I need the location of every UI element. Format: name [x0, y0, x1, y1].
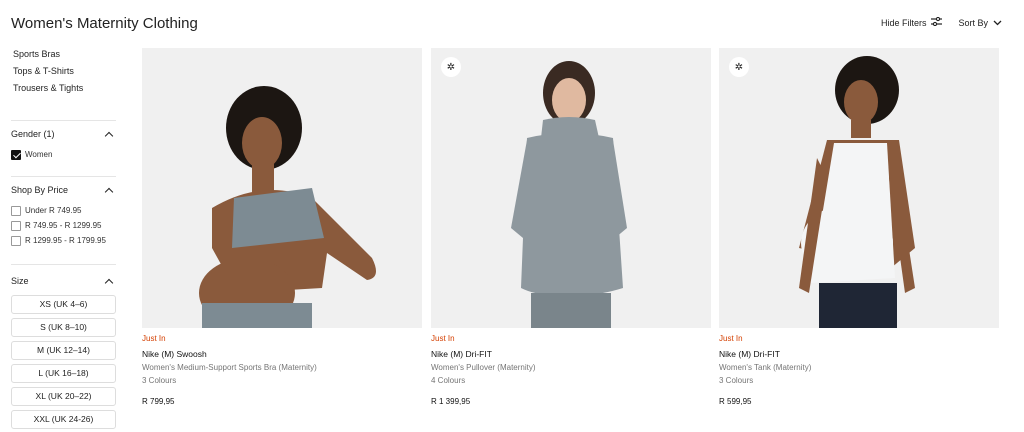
product-image[interactable]: ✲ — [719, 48, 999, 328]
product-card[interactable]: Just In Nike (M) Swoosh Women's Medium-S… — [142, 48, 422, 406]
product-colours: 4 Colours — [431, 376, 466, 385]
product-status-badge: Just In — [431, 334, 455, 343]
checkbox-label: Women — [25, 150, 53, 159]
product-photo-sports-bra — [142, 48, 422, 328]
product-price: R 599,95 — [719, 397, 752, 406]
chevron-up-icon — [104, 278, 114, 287]
size-filter-title: Size — [11, 276, 29, 286]
product-photo-tank — [719, 48, 999, 328]
price-filter-header[interactable]: Shop By Price — [11, 177, 116, 201]
product-colours: 3 Colours — [142, 376, 177, 385]
product-subtitle: Women's Tank (Maternity) — [719, 363, 812, 372]
price-filter-title: Shop By Price — [11, 185, 69, 195]
chevron-up-icon — [104, 131, 114, 140]
product-image[interactable]: ✲ — [431, 48, 711, 328]
product-image[interactable] — [142, 48, 422, 328]
size-button-m[interactable]: M (UK 12–14) — [11, 341, 116, 360]
checkbox-checked-icon — [11, 149, 21, 160]
category-list: Sports Bras Tops & T-Shirts Trousers & T… — [11, 44, 116, 120]
product-status-badge: Just In — [719, 334, 743, 343]
checkbox-price-1299-1799[interactable]: R 1299.95 - R 1799.95 — [11, 233, 116, 248]
product-info: Just In Nike (M) Dri-FIT Women's Pullove… — [431, 328, 711, 406]
size-button-xxl[interactable]: XXL (UK 24-26) — [11, 410, 116, 429]
checkbox-icon — [11, 235, 21, 246]
sliders-icon — [931, 16, 943, 28]
hide-filters-label: Hide Filters — [880, 17, 927, 28]
price-filter: Shop By Price Under R 749.95 R 749.95 - … — [11, 176, 116, 264]
product-status-badge: Just In — [142, 334, 166, 343]
sustainable-icon: ✲ — [729, 57, 749, 77]
sustainable-icon: ✲ — [441, 57, 461, 77]
size-button-xs[interactable]: XS (UK 4–6) — [11, 295, 116, 314]
page-title: Women's Maternity Clothing — [11, 15, 198, 32]
checkbox-label: Under R 749.95 — [25, 206, 82, 215]
page-header: Women's Maternity Clothing Hide Filters … — [0, 0, 1024, 44]
category-link-trousers-tights[interactable]: Trousers & Tights — [11, 80, 116, 97]
product-subtitle: Women's Medium-Support Sports Bra (Mater… — [142, 363, 317, 372]
product-price: R 799,95 — [142, 397, 175, 406]
product-card[interactable]: ✲ Just In Nike (M) Dri-FIT Women's Pullo… — [431, 48, 711, 406]
product-price: R 1 399,95 — [431, 397, 471, 406]
chevron-down-icon — [993, 18, 1002, 28]
gender-filter-title: Gender (1) — [11, 129, 55, 139]
checkbox-women[interactable]: Women — [11, 147, 116, 162]
size-button-l[interactable]: L (UK 16–18) — [11, 364, 116, 383]
size-filter-header[interactable]: Size — [11, 265, 116, 295]
product-name[interactable]: Nike (M) Swoosh — [142, 347, 422, 361]
product-info: Just In Nike (M) Swoosh Women's Medium-S… — [142, 328, 422, 406]
product-name[interactable]: Nike (M) Dri-FIT — [431, 347, 711, 361]
checkbox-label: R 1299.95 - R 1799.95 — [25, 236, 106, 245]
checkbox-icon — [11, 220, 21, 231]
size-filter: Size XS (UK 4–6) S (UK 8–10) M (UK 12–14… — [11, 264, 116, 429]
product-subtitle: Women's Pullover (Maternity) — [431, 363, 536, 372]
product-name[interactable]: Nike (M) Dri-FIT — [719, 347, 999, 361]
hide-filters-button[interactable]: Hide Filters — [880, 16, 943, 28]
product-photo-pullover — [431, 48, 711, 328]
product-colours: 3 Colours — [719, 376, 754, 385]
checkbox-label: R 749.95 - R 1299.95 — [25, 221, 102, 230]
size-button-s[interactable]: S (UK 8–10) — [11, 318, 116, 337]
filter-sidebar: Sports Bras Tops & T-Shirts Trousers & T… — [11, 44, 116, 432]
sort-by-button[interactable]: Sort By — [958, 18, 1002, 28]
checkbox-price-under-749[interactable]: Under R 749.95 — [11, 203, 116, 218]
category-link-tops-tshirts[interactable]: Tops & T-Shirts — [11, 63, 116, 80]
gender-filter-header[interactable]: Gender (1) — [11, 121, 116, 145]
checkbox-price-749-1299[interactable]: R 749.95 - R 1299.95 — [11, 218, 116, 233]
header-actions: Hide Filters Sort By — [880, 16, 1002, 28]
checkbox-icon — [11, 205, 21, 216]
category-link-sports-bras[interactable]: Sports Bras — [11, 46, 116, 63]
size-button-xl[interactable]: XL (UK 20–22) — [11, 387, 116, 406]
gender-filter: Gender (1) Women — [11, 120, 116, 176]
product-card[interactable]: ✲ Just In Nike (M) Dri-FIT Women's Tank … — [719, 48, 999, 406]
product-info: Just In Nike (M) Dri-FIT Women's Tank (M… — [719, 328, 999, 406]
chevron-up-icon — [104, 187, 114, 196]
sort-by-label: Sort By — [958, 17, 988, 28]
